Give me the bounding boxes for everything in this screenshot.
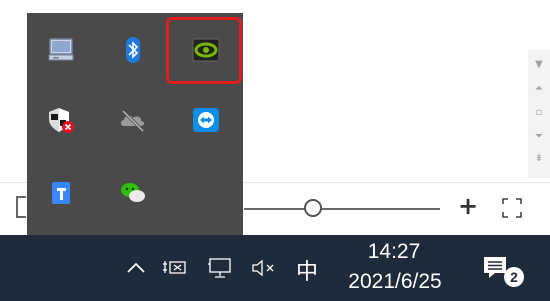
zoom-slider-thumb[interactable]: [304, 199, 322, 217]
tray-item-display-adapter[interactable]: [41, 30, 81, 70]
tray-item-teamviewer[interactable]: [186, 100, 226, 140]
vertical-scrollbar[interactable]: ▼ ⏶ ▫ ⏷ ⇟: [528, 50, 550, 178]
display-adapter-icon: [48, 38, 74, 61]
windows-security-icon: [49, 108, 74, 133]
zoom-slider-track[interactable]: [244, 208, 440, 210]
scroll-page-down-icon[interactable]: ⏷: [528, 128, 550, 146]
nvidia-highlight-box: [166, 17, 242, 84]
network-disconnected-icon: [163, 261, 186, 274]
scroll-down-icon[interactable]: ▼: [528, 56, 550, 74]
taskbar: 中 14:27 2021/6/25: [0, 235, 550, 301]
chevron-up-icon: [127, 262, 145, 273]
notification-count-badge: 2: [504, 267, 524, 287]
network-status-button[interactable]: [160, 253, 190, 283]
display-button[interactable]: [205, 253, 235, 283]
tray-item-bluetooth[interactable]: [113, 30, 153, 70]
tray-item-windows-security[interactable]: [41, 100, 81, 140]
show-hidden-icons-button[interactable]: [122, 253, 150, 283]
pin-app-icon: [52, 182, 70, 204]
onedrive-offline-icon: [121, 109, 145, 133]
tray-item-pin-app[interactable]: [41, 173, 81, 213]
volume-button[interactable]: [248, 253, 280, 283]
scroll-end-icon[interactable]: ⇟: [528, 150, 550, 168]
bluetooth-icon: [126, 37, 140, 63]
scroll-mid-icon[interactable]: ▫: [528, 104, 550, 122]
scroll-page-up-icon[interactable]: ⏶: [528, 80, 550, 98]
wechat-icon: [121, 183, 145, 202]
clock-date[interactable]: 2021/6/25: [333, 270, 457, 294]
zoom-in-button[interactable]: +: [458, 194, 478, 218]
monitor-icon: [208, 258, 231, 278]
tray-item-wechat[interactable]: [113, 173, 153, 213]
input-method-indicator[interactable]: 中: [296, 254, 318, 286]
clock-time[interactable]: 14:27: [362, 240, 426, 264]
fullscreen-icon[interactable]: [500, 196, 524, 220]
fit-page-icon-fragment[interactable]: [16, 196, 26, 218]
teamviewer-icon: [193, 108, 219, 132]
volume-muted-icon: [252, 259, 274, 277]
tray-item-onedrive[interactable]: [113, 100, 153, 140]
